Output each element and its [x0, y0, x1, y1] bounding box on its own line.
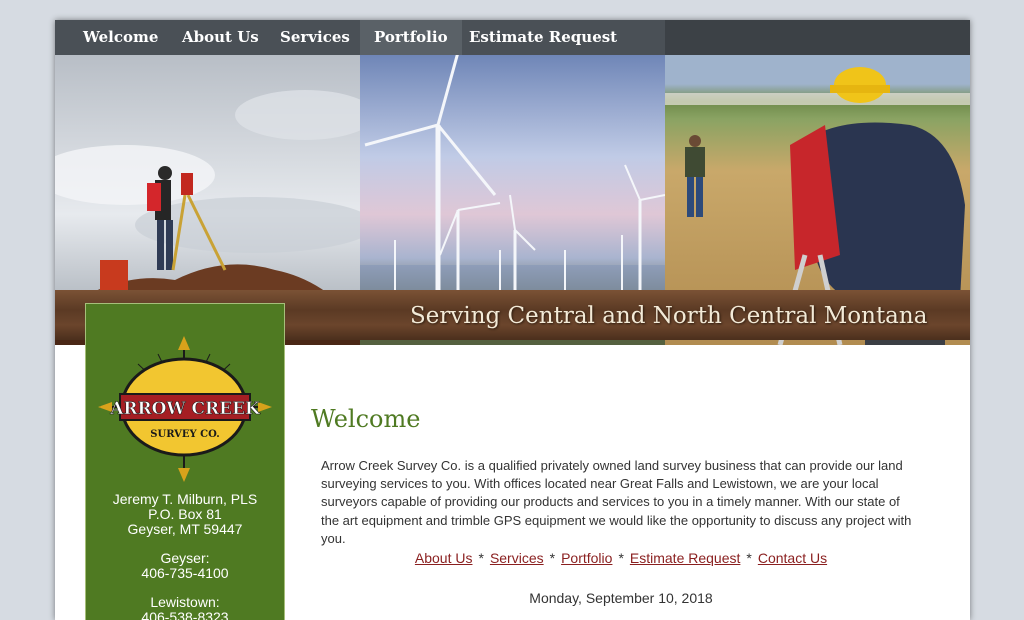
link-separator: * — [549, 550, 556, 566]
nav-welcome[interactable]: Welcome — [69, 20, 172, 55]
link-separator: * — [618, 550, 624, 566]
link-about-us[interactable]: About Us — [415, 550, 473, 566]
nav-portfolio[interactable]: Portfolio — [360, 20, 462, 55]
geyser-label: Geyser: — [160, 550, 210, 566]
contact-name: Jeremy T. Milburn, PLS — [112, 491, 258, 507]
link-separator: * — [478, 550, 484, 566]
nav-estimate-request[interactable]: Estimate Request — [455, 20, 631, 55]
logo-text-arrow-creek: ARROW CREEK — [109, 399, 261, 419]
contact-info: Jeremy T. Milburn, PLS P.O. Box 81 Geyse… — [86, 492, 284, 620]
link-estimate-request[interactable]: Estimate Request — [630, 550, 741, 566]
intro-paragraph: Arrow Creek Survey Co. is a qualified pr… — [321, 458, 912, 546]
contact-city: Geyser, MT 59447 — [127, 521, 243, 537]
footer-links: About Us * Services * Portfolio * Estimate Req… — [311, 550, 931, 566]
link-contact-us[interactable]: Contact Us — [758, 550, 827, 566]
nav-about-us[interactable]: About Us — [168, 20, 273, 55]
top-navigation: Welcome About Us Services Portfolio Esti… — [55, 20, 970, 55]
lewistown-label: Lewistown: — [150, 594, 220, 610]
geyser-phone: 406-735-4100 — [141, 565, 229, 581]
link-portfolio[interactable]: Portfolio — [561, 550, 612, 566]
page-title: Welcome — [311, 405, 421, 433]
sidebar: ARROW CREEK SURVEY CO. Jeremy T. Milburn… — [85, 303, 285, 620]
page: Welcome About Us Services Portfolio Esti… — [55, 20, 970, 620]
banner-tagline: Serving Central and North Central Montan… — [410, 303, 928, 329]
logo-text-survey-co: SURVEY CO. — [150, 429, 219, 440]
current-date: Monday, September 10, 2018 — [529, 590, 713, 606]
arrow-creek-logo[interactable]: ARROW CREEK SURVEY CO. — [98, 334, 272, 484]
link-separator: * — [746, 550, 752, 566]
nav-services[interactable]: Services — [266, 20, 364, 55]
link-services[interactable]: Services — [490, 550, 544, 566]
contact-po-box: P.O. Box 81 — [148, 506, 222, 522]
